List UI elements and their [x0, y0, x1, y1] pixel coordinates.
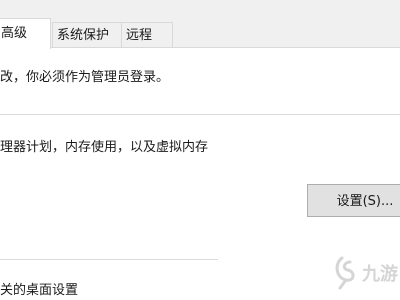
watermark: 九游 [332, 250, 398, 294]
group-divider [0, 259, 218, 260]
section-divider [0, 114, 400, 115]
tab-system-protection-label: 系统保护 [57, 28, 110, 43]
watermark-text: 九游 [361, 263, 398, 285]
tab-advanced-label: 高级 [1, 26, 28, 41]
tab-advanced[interactable]: 高级 [0, 18, 51, 49]
tab-remote[interactable]: 远程 [121, 22, 173, 47]
desktop-settings-label: 关的桌面设置 [0, 283, 79, 298]
tab-strip: 高级 系统保护 远程 [0, 0, 400, 49]
tab-remote-label: 远程 [126, 28, 153, 43]
tab-strip-divider [0, 47, 400, 48]
tab-system-protection[interactable]: 系统保护 [52, 22, 122, 47]
performance-description: 理器计划，内存使用，以及虚拟内存 [0, 140, 209, 155]
swirl-logo-icon: 九游 [335, 256, 398, 290]
admin-notice: 改，你必须作为管理员登录。 [0, 70, 170, 85]
settings-button[interactable]: 设置(S)... [307, 184, 400, 217]
